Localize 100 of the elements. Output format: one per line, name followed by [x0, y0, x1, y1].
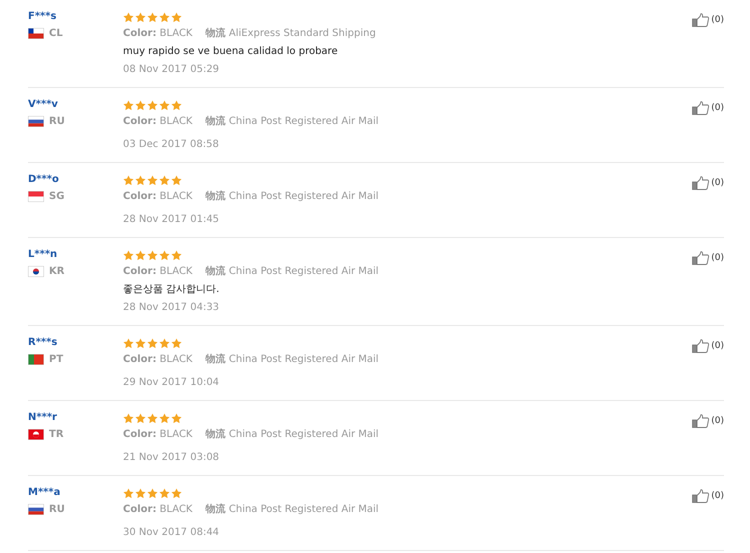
star-icon: [135, 174, 146, 186]
color-label: Color:: [123, 191, 156, 202]
shipping-method: China Post Registered Air Mail: [228, 116, 379, 127]
color-value: BLACK: [160, 266, 192, 277]
review-text: muy rapido se ve buena calidad lo probare: [123, 45, 339, 59]
color-label: Color:: [123, 354, 156, 365]
star-icon: [171, 338, 182, 348]
star-icon: [147, 174, 158, 186]
star-icon: [123, 338, 134, 348]
thumbs-up-icon: [692, 101, 710, 115]
shipping-method: AliExpress Standard Shipping: [228, 28, 376, 39]
review-date: 08 Nov 2017 05:29: [123, 63, 220, 77]
flag-icon: [28, 28, 44, 39]
star-icon: [123, 100, 134, 110]
star-icon: [123, 250, 134, 260]
star-icon: [135, 250, 146, 260]
like-button[interactable]: (0): [692, 100, 724, 116]
star-icon: [147, 250, 158, 260]
star-icon: [147, 338, 158, 348]
flag-icon: [28, 354, 44, 365]
shipping-label: 物流: [206, 354, 226, 365]
reviewer-name: F***s: [28, 10, 58, 24]
review-date: 29 Nov 2017 10:04: [123, 376, 220, 390]
reviewer-name: D***o: [28, 173, 60, 187]
star-icon: [159, 12, 170, 22]
star-icon: [135, 100, 146, 110]
star-icon: [135, 338, 146, 348]
color-label: Color:: [123, 504, 156, 515]
country-code: TR: [49, 429, 64, 440]
shipping-label: 物流: [206, 266, 226, 277]
country-code: KR: [49, 266, 64, 277]
star-icon: [159, 100, 170, 110]
star-icon: [171, 412, 182, 424]
star-icon: [159, 412, 170, 424]
thumbs-up-icon: [692, 251, 710, 265]
thumbs-up-icon: [692, 176, 710, 190]
star-icon: [159, 250, 170, 260]
review-date: 21 Nov 2017 03:08: [123, 451, 220, 465]
star-icon: [135, 12, 146, 22]
like-button[interactable]: (0): [692, 250, 724, 266]
star-icon: [159, 338, 170, 348]
shipping-method: China Post Registered Air Mail: [228, 429, 379, 440]
like-button[interactable]: (0): [692, 338, 724, 354]
star-icon: [147, 412, 158, 424]
reviewer-name: V***v: [28, 98, 59, 112]
star-icon: [171, 100, 182, 110]
color-label: Color:: [123, 429, 156, 440]
shipping-method: China Post Registered Air Mail: [228, 354, 379, 365]
thumbs-up-icon: [692, 414, 710, 428]
reviewer-name: R***s: [28, 336, 58, 350]
flag-icon: [28, 266, 44, 277]
color-value: BLACK: [160, 116, 192, 127]
star-icon: [135, 488, 146, 498]
reviewer-name: N***r: [28, 411, 58, 425]
star-icon: [159, 488, 170, 498]
color-value: BLACK: [160, 354, 192, 365]
color-value: BLACK: [160, 504, 192, 515]
flag-icon: [28, 429, 44, 440]
color-label: Color:: [123, 116, 156, 127]
star-icon: [147, 488, 158, 498]
review-date: 28 Nov 2017 01:45: [123, 213, 220, 227]
thumbs-up-icon: [692, 13, 710, 27]
color-value: BLACK: [160, 191, 192, 202]
flag-icon: [28, 504, 44, 515]
country-code: CL: [49, 28, 63, 39]
star-icon: [171, 488, 182, 498]
country-code: PT: [49, 354, 64, 365]
star-icon: [147, 12, 158, 22]
star-icon: [171, 12, 182, 22]
star-icon: [171, 174, 182, 186]
star-icon: [123, 12, 134, 22]
flag-icon: [28, 191, 44, 202]
like-button[interactable]: (0): [692, 488, 724, 504]
color-value: BLACK: [160, 28, 192, 39]
shipping-method: China Post Registered Air Mail: [228, 266, 379, 277]
flag-icon: [28, 116, 44, 127]
color-label: Color:: [123, 28, 156, 39]
review-text: 좋은상품 감사합니다.: [123, 283, 220, 297]
country-code: RU: [49, 504, 65, 515]
star-icon: [135, 412, 146, 424]
like-button[interactable]: (0): [692, 175, 724, 191]
star-icon: [123, 412, 134, 424]
shipping-label: 物流: [206, 191, 226, 202]
shipping-method: China Post Registered Air Mail: [228, 504, 379, 515]
star-icon: [147, 100, 158, 110]
like-button[interactable]: (0): [692, 12, 724, 28]
country-code: RU: [49, 116, 65, 127]
star-icon: [171, 250, 182, 260]
color-value: BLACK: [160, 429, 192, 440]
star-icon: [159, 174, 170, 186]
shipping-label: 物流: [206, 28, 226, 39]
review-date: 30 Nov 2017 08:44: [123, 526, 220, 540]
shipping-label: 物流: [206, 504, 226, 515]
review-date: 03 Dec 2017 08:58: [123, 138, 220, 152]
shipping-method: China Post Registered Air Mail: [228, 191, 379, 202]
shipping-label: 物流: [206, 429, 226, 440]
country-code: SG: [49, 191, 64, 202]
star-icon: [123, 174, 134, 186]
like-button[interactable]: (0): [692, 413, 724, 429]
thumbs-up-icon: [692, 339, 710, 353]
